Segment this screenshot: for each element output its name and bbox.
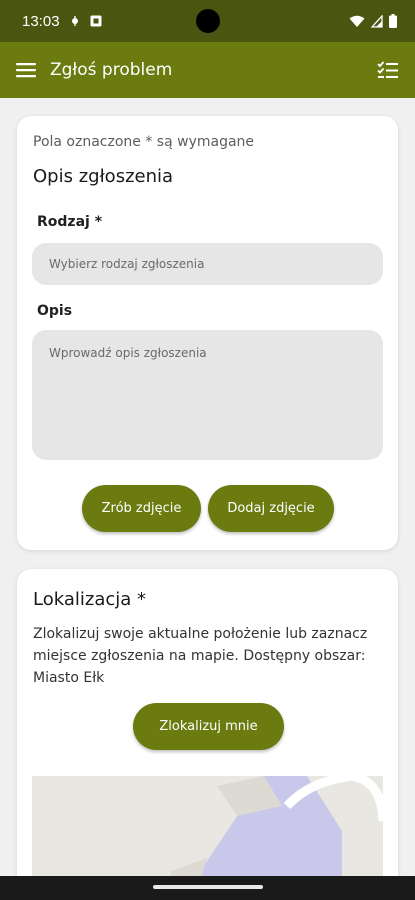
add-photo-button[interactable]: Dodaj zdjęcie xyxy=(208,485,334,532)
type-select-placeholder: Wybierz rodzaj zgłoszenia xyxy=(49,257,205,271)
status-system-icons xyxy=(349,14,397,28)
status-bar: 13:03 xyxy=(0,0,415,42)
location-description: Zlokalizuj swoje aktualne położenie lub … xyxy=(33,626,368,686)
take-photo-button[interactable]: Zrób zdjęcie xyxy=(82,485,201,532)
locate-me-button[interactable]: Zlokalizuj mnie xyxy=(133,703,284,750)
hamburger-menu-icon[interactable] xyxy=(16,62,36,78)
signal-icon xyxy=(371,14,383,28)
camera-cutout xyxy=(196,9,220,33)
location-section-title: Lokalizacja * xyxy=(33,589,146,610)
app-bar: Zgłoś problem xyxy=(0,42,415,98)
description-field-label: Opis xyxy=(37,303,73,319)
status-notification-icons xyxy=(70,15,102,27)
description-section-title: Opis zgłoszenia xyxy=(33,166,174,187)
battery-icon xyxy=(389,14,397,28)
status-time: 13:03 xyxy=(22,12,60,30)
system-navigation-bar xyxy=(0,876,415,900)
notification-dot-icon xyxy=(71,16,78,26)
required-fields-note: Pola oznaczone * są wymagane xyxy=(33,134,255,150)
page-title: Zgłoś problem xyxy=(50,60,173,80)
description-placeholder: Wprowadź opis zgłoszenia xyxy=(49,346,207,360)
media-notification-icon xyxy=(90,15,102,27)
home-gesture-handle[interactable] xyxy=(153,885,263,889)
checklist-icon[interactable] xyxy=(377,61,399,79)
report-description-card: Pola oznaczone * są wymagane Opis zgłosz… xyxy=(17,116,398,550)
type-field-label: Rodzaj * xyxy=(37,214,103,230)
wifi-icon xyxy=(349,15,365,27)
description-textarea[interactable]: Wprowadź opis zgłoszenia xyxy=(32,330,383,460)
location-card: Lokalizacja * Zlokalizuj swoje aktualne … xyxy=(17,569,398,899)
type-select[interactable]: Wybierz rodzaj zgłoszenia xyxy=(32,243,383,285)
